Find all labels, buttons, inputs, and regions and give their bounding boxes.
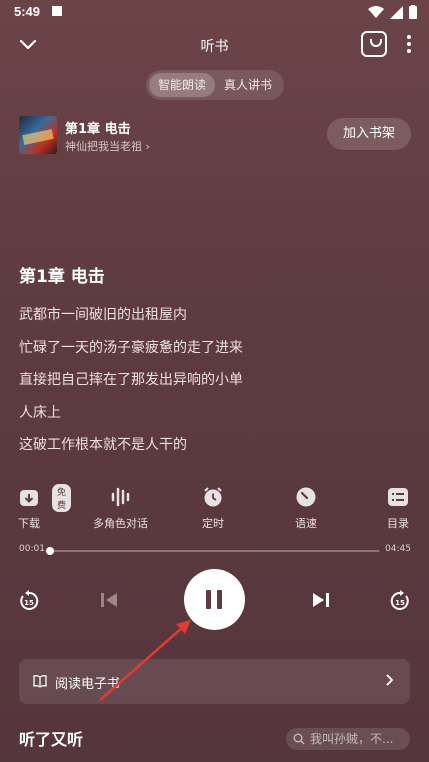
reading-line: 这破工作根本就不是人干的 (19, 437, 187, 453)
top-bar: 听书 (0, 28, 429, 62)
read-ebook-label: 阅读电子书 (55, 677, 121, 692)
reading-line: 直接把自己摔在了那发出异响的小单 (19, 372, 243, 388)
add-to-shelf-button[interactable]: 加入书架 (327, 118, 411, 150)
next-chapter-icon[interactable] (311, 590, 331, 610)
shopping-bag-icon[interactable] (361, 31, 387, 57)
progress-track[interactable] (46, 547, 379, 555)
current-time: 00:01 (19, 544, 45, 554)
download-button[interactable]: 免费 下载 (18, 484, 72, 531)
section-title: 听了又听 (19, 730, 84, 749)
reading-text: 第1章 电击 武都市一间破旧的出租屋内 忙碌了一天的汤子豪疲惫的走了进来 直接把… (19, 262, 409, 462)
playback-controls: 15 15 (0, 569, 429, 631)
speed-icon (295, 486, 317, 508)
download-icon (18, 486, 40, 508)
progress-thumb[interactable] (46, 547, 55, 555)
toc-button[interactable]: 目录 (387, 486, 409, 531)
tool-label: 语速 (295, 517, 317, 530)
book-icon (33, 675, 47, 688)
reading-line: 武都市一间破旧的出租屋内 (19, 307, 187, 323)
reading-chapter-title: 第1章 电击 (19, 267, 105, 287)
forward-seconds: 15 (395, 599, 405, 607)
rewind-seconds: 15 (24, 599, 34, 607)
timer-button[interactable]: 定时 (202, 486, 224, 531)
more-icon[interactable] (407, 35, 411, 53)
speed-button[interactable]: 语速 (295, 486, 317, 531)
chevron-right-icon: › (145, 140, 150, 153)
rewind-15-icon[interactable]: 15 (18, 590, 40, 612)
multi-voice-icon (110, 486, 132, 508)
status-bar: 5:49 (0, 0, 429, 26)
progress-bar: 00:01 04:45 (19, 544, 411, 558)
search-input[interactable]: 我叫孙贼，不... (286, 728, 410, 750)
pause-button[interactable] (184, 569, 245, 630)
tool-label: 定时 (202, 517, 224, 530)
tool-label: 多角色对话 (93, 517, 148, 530)
tool-label: 目录 (387, 517, 409, 530)
search-placeholder: 我叫孙贼，不... (310, 732, 394, 746)
tool-label: 下载 (18, 517, 40, 530)
book-cover[interactable] (19, 116, 57, 154)
forward-15-icon[interactable]: 15 (389, 590, 411, 612)
reading-line: 忙碌了一天的汤子豪疲惫的走了进来 (19, 339, 243, 356)
tab-smart-reading[interactable]: 智能朗读 (149, 73, 215, 97)
tool-bar: 免费 下载 多角色对话 定时 语速 目录 (0, 484, 429, 534)
reading-line: 人床上 (19, 404, 61, 421)
wifi-icon (368, 5, 384, 18)
chevron-right-icon (386, 674, 394, 686)
signal-icon (390, 5, 403, 19)
status-icons (368, 5, 417, 19)
book-info: 第1章 电击 神仙把我当老祖 › 加入书架 (19, 116, 411, 156)
alarm-clock-icon (202, 486, 224, 508)
book-author-link[interactable]: 神仙把我当老祖 › (65, 138, 150, 154)
search-icon (293, 733, 305, 745)
status-time: 5:49 (14, 4, 41, 19)
toc-icon (387, 486, 409, 508)
previous-chapter-icon[interactable] (99, 590, 119, 610)
mode-switch: 智能朗读 真人讲书 (146, 70, 284, 100)
book-title: 神仙把我当老祖 (65, 140, 142, 153)
total-time: 04:45 (385, 544, 411, 554)
chapter-title: 第1章 电击 (65, 122, 131, 137)
battery-icon (409, 5, 417, 19)
read-ebook-button[interactable]: 阅读电子书 (19, 659, 410, 704)
tab-human-narration[interactable]: 真人讲书 (215, 73, 281, 97)
free-badge: 免费 (52, 484, 72, 512)
multi-voice-button[interactable]: 多角色对话 (93, 486, 148, 531)
notification-icon (52, 6, 62, 16)
